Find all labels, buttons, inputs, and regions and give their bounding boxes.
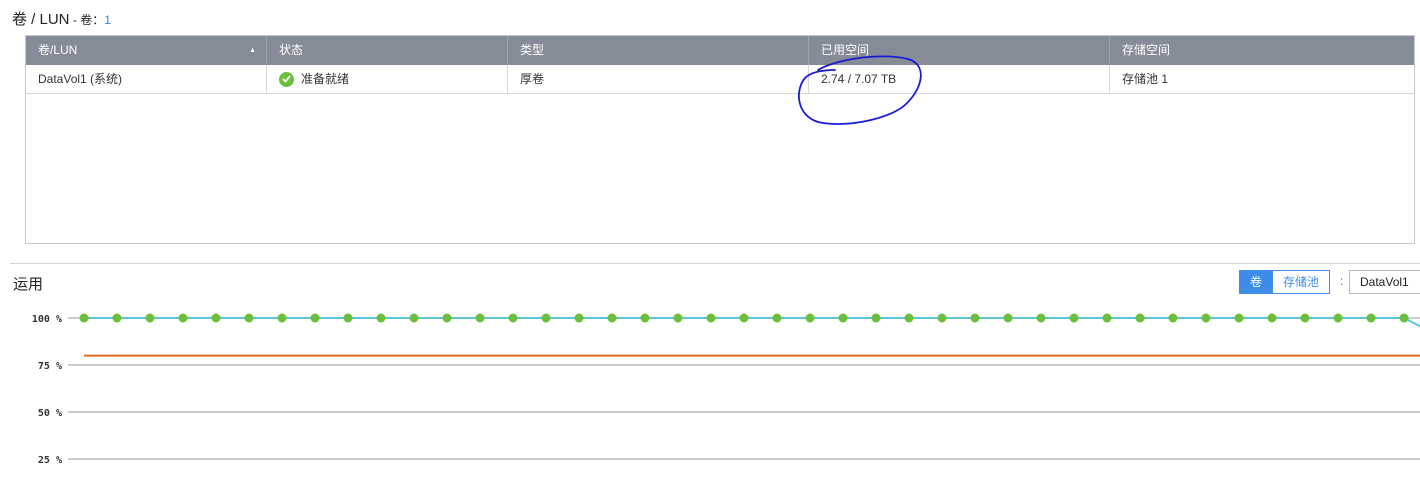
y-tick-label: 50 % bbox=[38, 408, 62, 419]
data-point bbox=[1399, 313, 1409, 323]
data-point bbox=[1168, 313, 1178, 323]
data-point bbox=[739, 313, 749, 323]
data-point bbox=[937, 313, 947, 323]
column-header-label: 卷/LUN bbox=[38, 43, 78, 57]
data-point bbox=[1069, 313, 1079, 323]
view-toggle: 卷 存储池 bbox=[1239, 270, 1331, 294]
data-point bbox=[1201, 313, 1211, 323]
data-point bbox=[838, 313, 848, 323]
selector-colon: : bbox=[1340, 274, 1344, 288]
data-point bbox=[1102, 313, 1112, 323]
usage-chart: 100 % 75 % 50 % 25 % bbox=[32, 313, 1420, 466]
data-point bbox=[1300, 313, 1310, 323]
data-point bbox=[541, 313, 551, 323]
data-point bbox=[772, 313, 782, 323]
data-point bbox=[475, 313, 485, 323]
data-point bbox=[79, 313, 89, 323]
column-header-type[interactable]: 类型 bbox=[508, 36, 809, 65]
data-point bbox=[310, 313, 320, 323]
data-point bbox=[970, 313, 980, 323]
status-text: 准备就绪 bbox=[301, 72, 350, 86]
data-point bbox=[178, 313, 188, 323]
data-point bbox=[409, 313, 419, 323]
usage-title: 运用 bbox=[13, 276, 44, 293]
column-header-storage[interactable]: 存储空间 bbox=[1110, 36, 1414, 65]
data-point bbox=[145, 313, 155, 323]
section-divider bbox=[10, 263, 1420, 264]
cell-volume-name: DataVol1 (系统) bbox=[26, 65, 267, 93]
data-point bbox=[1333, 313, 1343, 323]
data-point bbox=[1135, 313, 1145, 323]
data-point bbox=[640, 313, 650, 323]
data-point bbox=[1003, 313, 1013, 323]
data-point bbox=[574, 313, 584, 323]
data-point bbox=[706, 313, 716, 323]
volume-select[interactable]: DataVol1 bbox=[1349, 270, 1420, 294]
volume-count-value: 1 bbox=[104, 13, 111, 27]
y-tick-label: 25 % bbox=[38, 455, 62, 466]
data-point bbox=[376, 313, 386, 323]
cell-status: 准备就绪 bbox=[267, 65, 508, 93]
cell-type: 厚卷 bbox=[508, 65, 809, 93]
data-point bbox=[904, 313, 914, 323]
check-circle-icon bbox=[279, 71, 294, 87]
column-header-label: 类型 bbox=[520, 43, 545, 57]
data-point bbox=[607, 313, 617, 323]
volume-table: 卷/LUN ▲ 状态 类型 已用空间 存储空间 DataVol1 (系统) 准备… bbox=[25, 35, 1415, 244]
column-header-label: 状态 bbox=[279, 43, 304, 57]
data-point bbox=[112, 313, 122, 323]
data-point bbox=[673, 313, 683, 323]
column-header-label: 存储空间 bbox=[1122, 43, 1171, 57]
data-point bbox=[1036, 313, 1046, 323]
sort-ascending-icon: ▲ bbox=[249, 47, 256, 54]
data-point bbox=[343, 313, 353, 323]
table-row[interactable]: DataVol1 (系统) 准备就绪 厚卷 2.74 / 7.07 TB 存储池… bbox=[26, 65, 1414, 94]
data-point bbox=[508, 313, 518, 323]
data-point bbox=[871, 313, 881, 323]
toggle-volume-button[interactable]: 卷 bbox=[1239, 270, 1274, 294]
data-point bbox=[805, 313, 815, 323]
volume-name: DataVol1 (系统) bbox=[38, 72, 123, 86]
data-point bbox=[1366, 313, 1376, 323]
column-header-status[interactable]: 状态 bbox=[267, 36, 508, 65]
section-title-text: 卷 / LUN bbox=[12, 11, 70, 28]
data-point bbox=[244, 313, 254, 323]
storage-pool-name: 存储池 1 bbox=[1122, 72, 1169, 86]
hand-drawn-circle-annotation bbox=[798, 55, 922, 125]
section-separator: - bbox=[69, 13, 81, 27]
table-header: 卷/LUN ▲ 状态 类型 已用空间 存储空间 bbox=[26, 36, 1414, 65]
data-point bbox=[442, 313, 452, 323]
volume-type: 厚卷 bbox=[520, 72, 545, 86]
data-point bbox=[1234, 313, 1244, 323]
toggle-pool-button[interactable]: 存储池 bbox=[1273, 270, 1331, 294]
column-header-volume[interactable]: 卷/LUN ▲ bbox=[26, 36, 267, 65]
y-tick-label: 100 % bbox=[32, 314, 62, 325]
cell-storage-pool: 存储池 1 bbox=[1110, 65, 1414, 93]
data-point bbox=[277, 313, 287, 323]
y-tick-label: 75 % bbox=[38, 361, 62, 372]
volume-count-label: 卷： bbox=[80, 13, 105, 27]
data-point bbox=[211, 313, 221, 323]
section-title: 卷 / LUN - 卷：1 bbox=[12, 8, 111, 29]
data-point bbox=[1267, 313, 1277, 323]
